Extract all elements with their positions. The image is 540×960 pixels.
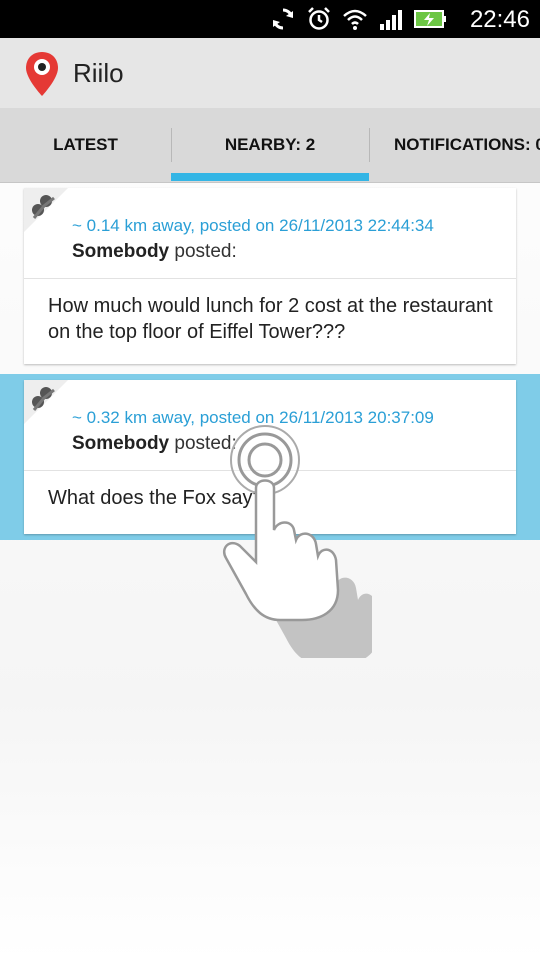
post-author-line: Somebody posted: [72, 241, 237, 263]
wifi-icon [343, 9, 367, 30]
touch-hand-icon [223, 425, 372, 658]
action-bar: Riilo [0, 38, 540, 109]
chat-bubble-icon [24, 380, 68, 424]
tab-latest[interactable]: LATEST [0, 108, 171, 182]
alarm-icon [308, 7, 330, 30]
tab-bar: LATEST NEARBY: 2 NOTIFICATIONS: 0 [0, 108, 540, 183]
tab-notifications[interactable]: NOTIFICATIONS: 0 [369, 108, 540, 182]
map-pin-mascot-icon[interactable] [24, 50, 60, 98]
selected-tab-indicator [171, 173, 369, 181]
signal-icon [380, 10, 402, 30]
status-icons [270, 6, 448, 32]
app-title: Riilo [73, 58, 124, 88]
posted-label: posted: [169, 241, 237, 262]
post-author: Somebody [72, 433, 170, 454]
divider [24, 278, 516, 279]
post-author-line: Somebody posted: [72, 433, 237, 455]
post-author: Somebody [72, 241, 170, 262]
status-time: 22:46 [469, 6, 530, 33]
status-bar: 22:46 [0, 0, 540, 38]
post-meta: ~ 0.14 km away, posted on 26/11/2013 22:… [72, 216, 434, 235]
chat-bubble-icon [24, 188, 68, 232]
battery-charging-icon [414, 10, 446, 28]
post-card[interactable]: ~ 0.14 km away, posted on 26/11/2013 22:… [24, 188, 516, 364]
sync-icon [273, 8, 293, 30]
tab-nearby[interactable]: NEARBY: 2 [171, 108, 369, 182]
post-body: How much would lunch for 2 cost at the r… [48, 295, 493, 343]
